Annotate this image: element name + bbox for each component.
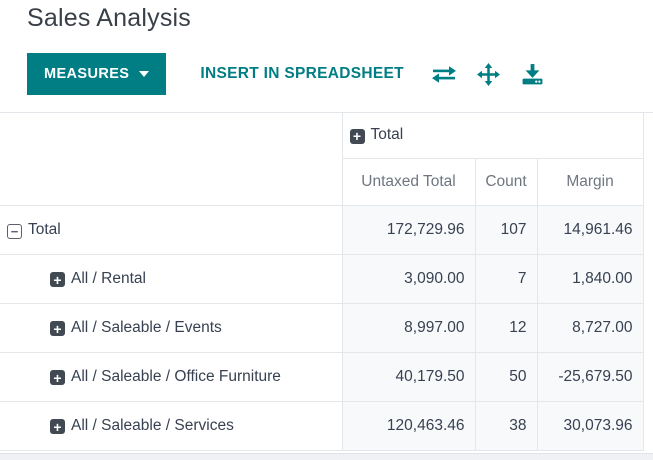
flip-axis-button[interactable] <box>430 65 458 84</box>
pivot-value-cell: -25,679.50 <box>536 352 644 402</box>
measures-button-label: MEASURES <box>44 66 130 82</box>
column-group-total-header[interactable]: + Total <box>342 113 644 159</box>
pivot-value-cell: 107 <box>474 205 538 255</box>
insert-in-spreadsheet-button[interactable]: INSERT IN SPREADSHEET <box>200 65 404 83</box>
column-group-row: + Total <box>0 113 644 206</box>
measure-header-count[interactable]: Count <box>474 158 538 206</box>
pivot-value-cell: 120,463.46 <box>341 401 476 451</box>
pivot-value-cell: 12 <box>474 303 538 353</box>
row-header[interactable]: − Total <box>0 205 343 255</box>
expand-row-icon[interactable]: + <box>50 272 65 287</box>
pivot-corner-cell <box>0 113 343 206</box>
pivot-value-cell: 7 <box>474 254 538 304</box>
row-label: All / Rental <box>71 269 146 287</box>
pivot-row: + All / Saleable / Services 120,463.46 38 30… <box>0 401 644 451</box>
pivot-value-cell: 14,961.46 <box>536 205 644 255</box>
row-label: All / Saleable / Events <box>71 318 222 336</box>
pivot-row: + All / Saleable / Office Furniture 40,179… <box>0 352 644 402</box>
expand-row-icon[interactable]: + <box>50 419 65 434</box>
pivot-row: − Total 172,729.96 107 14,961.46 <box>0 205 644 255</box>
pivot-value-cell: 172,729.96 <box>341 205 476 255</box>
pivot-value-cell: 8,727.00 <box>536 303 644 353</box>
expand-column-icon[interactable]: + <box>349 128 365 144</box>
column-group-label: Total <box>370 126 404 144</box>
measure-header-untaxed-total[interactable]: Untaxed Total <box>341 158 476 206</box>
pivot-value-cell: 38 <box>474 401 538 451</box>
next-row-partial <box>0 453 653 460</box>
expand-all-button[interactable] <box>476 62 500 86</box>
pivot-view: Sales Analysis MEASURES INSERT IN SPREAD… <box>0 0 653 460</box>
row-label: Total <box>28 220 61 238</box>
collapse-row-icon[interactable]: − <box>7 223 22 239</box>
arrows-move-icon <box>476 62 500 86</box>
download-xlsx-button[interactable] <box>521 63 544 86</box>
row-header[interactable]: + All / Saleable / Services <box>0 401 343 451</box>
expand-row-icon[interactable]: + <box>50 321 65 336</box>
chevron-down-icon <box>139 71 150 77</box>
pivot-table: + Total Untaxed Total Count Margin − Total 17… <box>0 113 644 451</box>
toolbar: MEASURES INSERT IN SPREADSHEET <box>27 53 544 95</box>
download-icon <box>522 63 543 84</box>
measure-header-margin[interactable]: Margin <box>536 158 644 206</box>
expand-row-icon[interactable]: + <box>50 370 65 385</box>
measures-button[interactable]: MEASURES <box>27 53 167 95</box>
row-header[interactable]: + All / Saleable / Events <box>0 303 343 353</box>
pivot-value-cell: 40,179.50 <box>341 352 476 402</box>
pivot-row: + All / Saleable / Events 8,997.00 12 8,727.… <box>0 303 644 353</box>
pivot-value-cell: 30,073.96 <box>536 401 644 451</box>
pivot-table-container: + Total Untaxed Total Count Margin − Total 17… <box>0 112 653 451</box>
row-header[interactable]: + All / Rental <box>0 254 343 304</box>
row-label: All / Saleable / Services <box>71 416 234 434</box>
row-header[interactable]: + All / Saleable / Office Furniture <box>0 352 343 402</box>
pivot-value-cell: 50 <box>474 352 538 402</box>
pivot-value-cell: 8,997.00 <box>341 303 476 353</box>
pivot-row: + All / Rental 3,090.00 7 1,840.00 <box>0 254 644 304</box>
pivot-value-cell: 1,840.00 <box>536 254 644 304</box>
flip-axis-icon <box>431 65 456 83</box>
pivot-value-cell: 3,090.00 <box>341 254 476 304</box>
page-title: Sales Analysis <box>27 4 191 32</box>
row-label: All / Saleable / Office Furniture <box>71 367 281 385</box>
